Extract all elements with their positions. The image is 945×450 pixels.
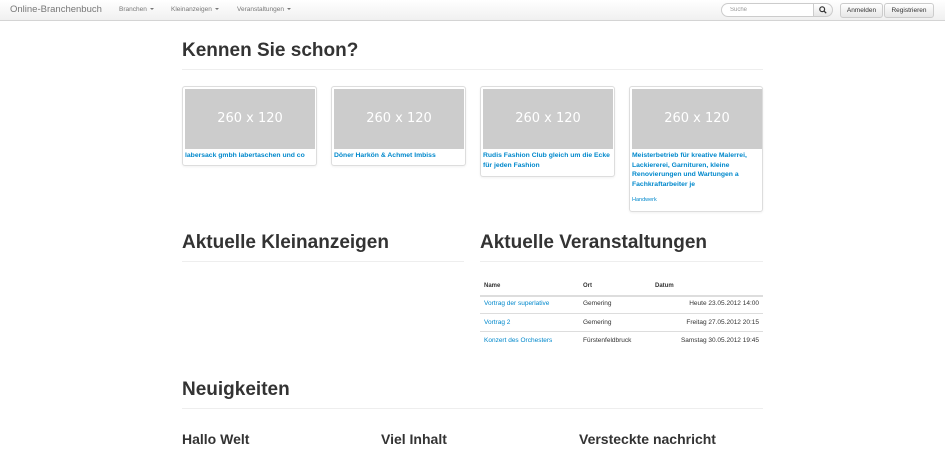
search-icon	[819, 6, 827, 14]
caret-down-icon	[149, 8, 154, 11]
nav-kleinanzeigen-label: Kleinanzeigen	[171, 6, 212, 13]
featured-card-3[interactable]: 260 x 120 Rudis Fashion Club gleich um d…	[480, 86, 615, 177]
column-header-name: Name	[484, 283, 501, 289]
column-header-date: Datum	[655, 283, 674, 289]
events-divider	[480, 261, 763, 262]
classifieds-heading: Aktuelle Kleinanzeigen	[182, 232, 389, 253]
news-item-title: Hallo Welt	[182, 431, 250, 447]
nav-veranstaltungen-label: Veranstaltungen	[237, 6, 284, 13]
featured-card-category[interactable]: Handwerk	[632, 197, 657, 203]
featured-divider	[182, 69, 763, 70]
event-date: Heute 23.05.2012 14:00	[689, 300, 759, 307]
nav-branchen-label: Branchen	[119, 6, 147, 13]
nav-kleinanzeigen[interactable]: Kleinanzeigen	[171, 6, 219, 13]
thumbnail-placeholder: 260 x 120	[185, 89, 315, 149]
thumbnail-placeholder: 260 x 120	[483, 89, 613, 149]
news-item-title: Viel Inhalt	[381, 431, 447, 447]
news-item-title: Versteckte nachricht	[579, 431, 716, 447]
search-input[interactable]	[721, 3, 814, 17]
column-header-place: Ort	[583, 283, 592, 289]
featured-card-4[interactable]: 260 x 120 Meisterbetrieb für kreative Ma…	[629, 86, 763, 212]
nav-branchen[interactable]: Branchen	[119, 6, 154, 13]
register-button[interactable]: Registrieren	[884, 3, 934, 18]
search-button[interactable]	[813, 3, 833, 17]
event-name-link[interactable]: Konzert des Orchesters	[484, 337, 552, 344]
nav-veranstaltungen[interactable]: Veranstaltungen	[237, 6, 291, 13]
navbar: Online-Branchenbuch Branchen Kleinanzeig…	[0, 0, 945, 21]
featured-heading: Kennen Sie schon?	[182, 40, 359, 61]
event-date: Samstag 30.05.2012 19:45	[680, 337, 759, 344]
featured-card-2[interactable]: 260 x 120 Döner Harkön & Achmet Imbiss	[331, 86, 466, 166]
caret-down-icon	[214, 8, 219, 11]
row-divider	[480, 331, 763, 332]
featured-card-title[interactable]: Rudis Fashion Club gleich um die Ecke fü…	[483, 151, 613, 170]
news-heading: Neuigkeiten	[182, 379, 290, 400]
event-place: Fürstenfeldbruck	[583, 337, 632, 344]
featured-card-1[interactable]: 260 x 120 labersack gmbh labertaschen un…	[182, 86, 317, 166]
event-name-link[interactable]: Vortrag 2	[484, 319, 510, 326]
featured-card-title[interactable]: Meisterbetrieb für kreative Malerrei, La…	[632, 151, 762, 189]
event-date: Freitag 27.05.2012 20:15	[686, 319, 759, 326]
caret-down-icon	[286, 8, 291, 11]
login-button[interactable]: Anmelden	[840, 3, 883, 18]
event-name-link[interactable]: Vortrag der superlative	[484, 300, 549, 307]
thumbnail-placeholder: 260 x 120	[334, 89, 464, 149]
news-divider	[182, 408, 763, 409]
classifieds-divider	[182, 261, 464, 262]
row-divider	[480, 313, 763, 314]
featured-card-title[interactable]: labersack gmbh labertaschen und co	[185, 151, 315, 161]
event-place: Gemering	[583, 300, 612, 307]
event-place: Gemering	[583, 319, 612, 326]
thumbnail-placeholder: 260 x 120	[632, 89, 762, 149]
featured-card-title[interactable]: Döner Harkön & Achmet Imbiss	[334, 151, 464, 161]
events-heading: Aktuelle Veranstaltungen	[480, 232, 708, 253]
brand-link[interactable]: Online-Branchenbuch	[10, 4, 102, 15]
table-header-divider	[480, 295, 763, 297]
